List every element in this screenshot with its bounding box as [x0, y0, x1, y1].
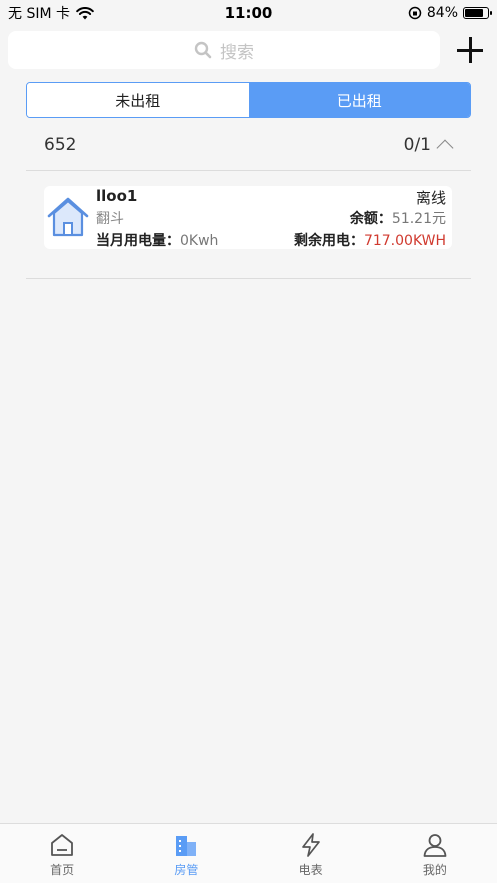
group-header[interactable]: 652 0/1	[26, 128, 471, 162]
search-placeholder: 搜索	[220, 42, 254, 63]
nav-meter[interactable]: 电表	[249, 824, 373, 883]
balance: 余额：51.21元	[350, 208, 446, 228]
remaining-power: 剩余用电：717.00KWH	[294, 230, 446, 250]
group-count: 0/1	[403, 135, 431, 155]
wifi-icon	[76, 6, 94, 19]
search-input[interactable]: 搜索	[8, 31, 440, 69]
battery-level	[465, 9, 484, 17]
carrier-label: 无 SIM 卡	[8, 6, 70, 22]
nav-home[interactable]: 首页	[0, 824, 124, 883]
nav-mine[interactable]: 我的	[373, 824, 497, 883]
month-usage-label: 当月用电量：	[96, 233, 180, 249]
group-name: 652	[44, 135, 77, 155]
room-name: lloo1	[96, 187, 138, 205]
nav-rooms[interactable]: 房管	[124, 824, 248, 883]
divider-top	[26, 170, 471, 171]
house-icon	[47, 197, 89, 237]
battery-percent: 84%	[426, 5, 458, 21]
search-icon	[194, 41, 212, 59]
status-bar: 无 SIM 卡 11:00 84%	[0, 0, 497, 26]
building-icon	[176, 836, 197, 856]
status-right: 84%	[408, 5, 492, 21]
nav-mine-label: 我的	[422, 863, 447, 877]
person-icon	[423, 834, 447, 857]
rental-status-segment: 未出租 已出租	[26, 82, 471, 118]
chevron-up-icon	[436, 139, 454, 157]
balance-label: 余额：	[349, 211, 392, 227]
remaining-label: 剩余用电：	[293, 233, 364, 249]
search-row: 搜索	[8, 31, 489, 69]
month-usage: 当月用电量：0Kwh	[96, 230, 218, 250]
room-subtitle: 翻斗	[96, 211, 124, 227]
add-button[interactable]	[455, 35, 485, 65]
divider-bottom	[26, 278, 471, 279]
home-icon	[51, 834, 74, 856]
orientation-lock-icon	[408, 6, 422, 20]
month-usage-value: 0Kwh	[180, 233, 219, 249]
tab-unrented[interactable]: 未出租	[27, 83, 249, 117]
remaining-value: 717.00KWH	[363, 233, 446, 249]
balance-value: 51.21元	[391, 211, 446, 227]
nav-rooms-label: 房管	[174, 863, 199, 877]
nav-home-label: 首页	[50, 863, 75, 877]
battery-icon	[463, 7, 492, 19]
tab-rented[interactable]: 已出租	[248, 83, 470, 117]
bottom-nav: 首页 房管 电表 我的	[0, 823, 497, 883]
group-count-wrap: 0/1	[403, 135, 454, 157]
status-left: 无 SIM 卡	[8, 3, 94, 23]
room-card[interactable]: lloo1 翻斗 当月用电量：0Kwh 离线 余额：51.21元 剩余用电：71…	[44, 186, 452, 249]
room-status: 离线	[415, 189, 446, 207]
lightning-icon	[301, 833, 320, 857]
nav-meter-label: 电表	[298, 863, 323, 877]
